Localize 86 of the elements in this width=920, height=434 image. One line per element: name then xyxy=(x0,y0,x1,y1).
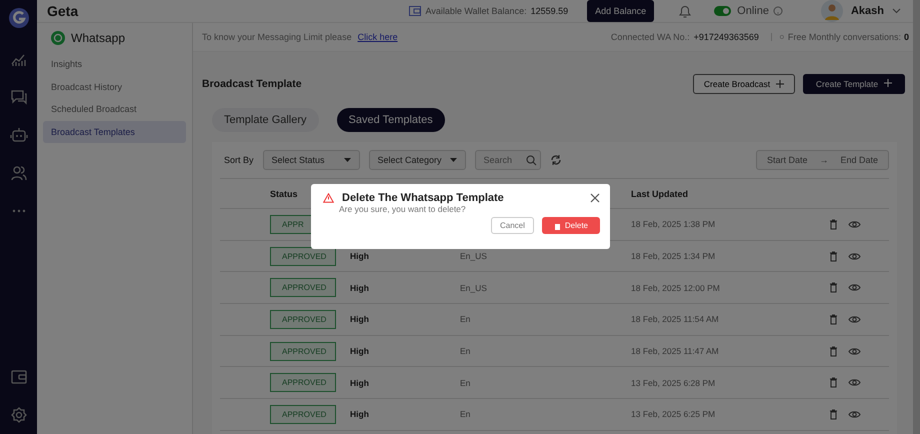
robot-icon[interactable] xyxy=(10,126,28,144)
search-field[interactable]: Search xyxy=(474,150,541,170)
help-icon[interactable] xyxy=(772,6,783,16)
delete-button[interactable]: Delete xyxy=(542,217,600,234)
table-cell: High xyxy=(350,282,369,293)
online-label: Online xyxy=(737,5,769,17)
table-cell: 18 Feb, 2025 12:00 PM xyxy=(631,282,720,293)
table-cell: 18 Feb, 2025 11:54 AM xyxy=(631,314,719,324)
logo-icon xyxy=(6,6,30,30)
users-icon[interactable] xyxy=(10,164,28,182)
page-title: Broadcast Template xyxy=(202,78,303,90)
tab[interactable]: Saved Templates xyxy=(336,108,445,132)
tab[interactable]: Template Gallery xyxy=(212,108,319,132)
cancel-button[interactable]: Cancel xyxy=(490,217,534,234)
create-template-button[interactable]: Create Template xyxy=(803,74,905,94)
bell-icon[interactable] xyxy=(678,4,692,18)
table-cell: En xyxy=(460,314,470,324)
user-name[interactable]: Akash xyxy=(850,5,884,17)
plus-icon xyxy=(776,80,784,88)
column-header: Last Updated xyxy=(631,188,688,198)
status-dropdown[interactable]: Select Status xyxy=(262,150,360,170)
status-badge: APPROVED xyxy=(270,246,336,266)
free-conversations-label: Free Monthly conversations: xyxy=(788,32,901,42)
sort-by-label: Sort By xyxy=(224,155,254,165)
category-dropdown[interactable]: Select Category xyxy=(368,150,466,170)
whatsapp-icon xyxy=(51,31,65,45)
eye-icon[interactable] xyxy=(848,283,861,292)
table-cell: High xyxy=(350,346,369,356)
table-cell: High xyxy=(350,409,369,420)
settings-icon[interactable] xyxy=(10,406,28,424)
table-cell: En xyxy=(460,378,470,388)
column-header: Status xyxy=(270,188,298,198)
avatar[interactable] xyxy=(820,0,843,22)
plus-icon xyxy=(884,79,892,87)
wallet-balance: Available Wallet Balance: 12559.59 xyxy=(426,6,568,16)
sidebar-item[interactable]: Scheduled Broadcast xyxy=(43,98,186,120)
eye-icon[interactable] xyxy=(848,314,861,324)
table-cell: En xyxy=(460,346,470,356)
table-cell: 18 Feb, 2025 1:38 PM xyxy=(631,219,716,230)
status-badge: APPROVED xyxy=(270,310,336,329)
click-here-link[interactable]: Click here xyxy=(358,32,398,42)
eye-icon[interactable] xyxy=(848,220,861,229)
dialog-title: Delete The Whatsapp Template xyxy=(342,192,505,204)
add-balance-button[interactable]: Add Balance xyxy=(587,0,654,22)
caret-icon xyxy=(450,158,457,162)
eye-icon[interactable] xyxy=(848,252,861,261)
table-cell: High xyxy=(350,378,369,388)
info-icon xyxy=(770,33,784,41)
status-badge: APPROVED xyxy=(270,278,336,298)
wallet-icon[interactable] xyxy=(10,368,28,386)
table-cell: 13 Feb, 2025 6:28 PM xyxy=(631,378,716,388)
online-toggle[interactable] xyxy=(714,6,732,16)
chat-icon[interactable] xyxy=(10,88,28,106)
caret-icon xyxy=(344,158,351,162)
table-cell: En xyxy=(460,409,470,420)
sidebar-title: Whatsapp xyxy=(71,31,126,45)
sidebar-item[interactable]: Insights xyxy=(43,53,186,75)
sidebar-item[interactable]: Broadcast Templates xyxy=(43,120,186,142)
close-icon[interactable] xyxy=(590,193,600,203)
date-range-field[interactable]: Start Date → End Date xyxy=(756,150,889,170)
dialog-message: Are you sure, you want to delete? xyxy=(339,204,467,214)
eye-icon[interactable] xyxy=(848,378,861,388)
sidebar-item[interactable]: Broadcast History xyxy=(43,76,186,98)
wa-number-label: Connected WA No.: xyxy=(610,32,690,42)
table-cell: High xyxy=(350,251,369,262)
refresh-icon[interactable] xyxy=(550,154,562,166)
table-cell: 18 Feb, 2025 11:47 AM xyxy=(631,346,719,356)
info-text: To know your Messaging Limit please xyxy=(202,32,352,42)
free-conversations-value: 0 xyxy=(904,32,909,42)
eye-icon[interactable] xyxy=(848,346,861,356)
create-broadcast-button[interactable]: Create Broadcast xyxy=(693,74,795,94)
chevron-down-icon[interactable] xyxy=(892,8,901,14)
status-badge: APPROVED xyxy=(270,373,336,392)
status-badge: APPROVED xyxy=(270,342,336,361)
search-icon xyxy=(526,155,537,166)
warning-icon xyxy=(323,193,334,203)
app-name: Geta xyxy=(47,3,80,19)
table-cell: En_US xyxy=(460,251,487,262)
table-cell: En_US xyxy=(460,282,487,293)
table-cell: 18 Feb, 2025 1:34 PM xyxy=(631,251,716,262)
eye-icon[interactable] xyxy=(848,410,861,419)
table-cell: High xyxy=(350,314,369,324)
wallet-icon xyxy=(408,6,421,16)
status-badge: APPROVED xyxy=(270,404,336,424)
table-cell: 13 Feb, 2025 6:25 PM xyxy=(631,409,716,420)
wa-number: +917249363569 xyxy=(694,32,759,42)
